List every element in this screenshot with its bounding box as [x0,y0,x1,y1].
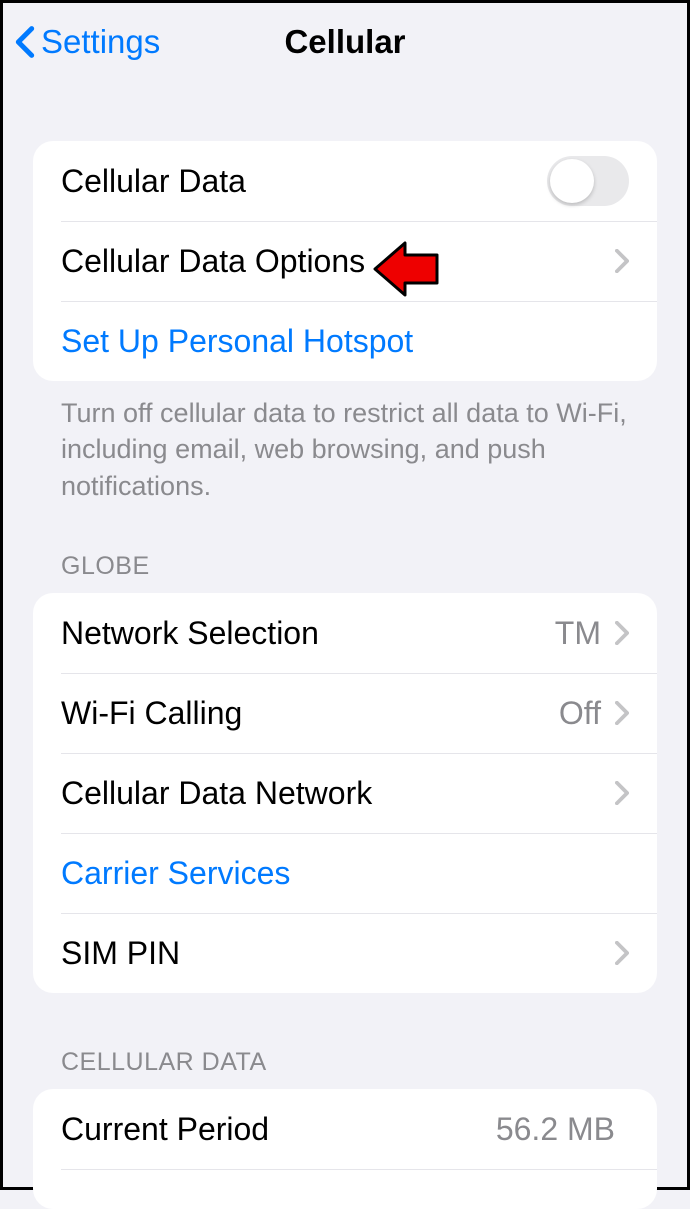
section-header-globe: GLOBE [3,552,687,593]
personal-hotspot-label: Set Up Personal Hotspot [61,323,629,360]
row-wifi-calling[interactable]: Wi-Fi Calling Off [33,673,657,753]
section-footer: Turn off cellular data to restrict all d… [3,381,687,504]
row-sim-pin[interactable]: SIM PIN [33,913,657,993]
row-partial[interactable] [33,1169,657,1209]
back-button[interactable]: Settings [15,23,160,61]
page-title: Cellular [284,23,405,61]
chevron-right-icon [615,941,629,965]
cellular-data-options-label: Cellular Data Options [61,243,615,280]
section-header-cellular-data: CELLULAR DATA [3,1048,687,1089]
nav-bar: Settings Cellular [3,3,687,81]
chevron-right-icon [615,249,629,273]
cellular-data-label: Cellular Data [61,163,547,200]
row-cellular-data-network[interactable]: Cellular Data Network [33,753,657,833]
section-cellular-data: CELLULAR DATA Current Period 56.2 MB [3,1048,687,1209]
network-selection-value: TM [555,615,601,652]
row-current-period[interactable]: Current Period 56.2 MB [33,1089,657,1169]
current-period-label: Current Period [61,1111,496,1148]
sim-pin-label: SIM PIN [61,935,615,972]
row-cellular-data-options[interactable]: Cellular Data Options [33,221,657,301]
network-selection-label: Network Selection [61,615,555,652]
toggle-knob [550,159,594,203]
chevron-right-icon [615,701,629,725]
chevron-left-icon [15,25,35,59]
row-carrier-services[interactable]: Carrier Services [33,833,657,913]
chevron-right-icon [615,781,629,805]
row-cellular-data[interactable]: Cellular Data [33,141,657,221]
cellular-data-toggle[interactable] [547,156,629,206]
section-cellular: Cellular Data Cellular Data Options Set … [3,141,687,504]
back-label: Settings [41,23,160,61]
current-period-value: 56.2 MB [496,1111,615,1148]
annotation-arrow-icon [371,237,443,306]
wifi-calling-value: Off [559,695,601,732]
chevron-right-icon [615,621,629,645]
row-network-selection[interactable]: Network Selection TM [33,593,657,673]
carrier-services-label: Carrier Services [61,855,629,892]
row-personal-hotspot[interactable]: Set Up Personal Hotspot [33,301,657,381]
section-carrier: GLOBE Network Selection TM Wi-Fi Calling… [3,552,687,993]
wifi-calling-label: Wi-Fi Calling [61,695,559,732]
cellular-data-network-label: Cellular Data Network [61,775,615,812]
